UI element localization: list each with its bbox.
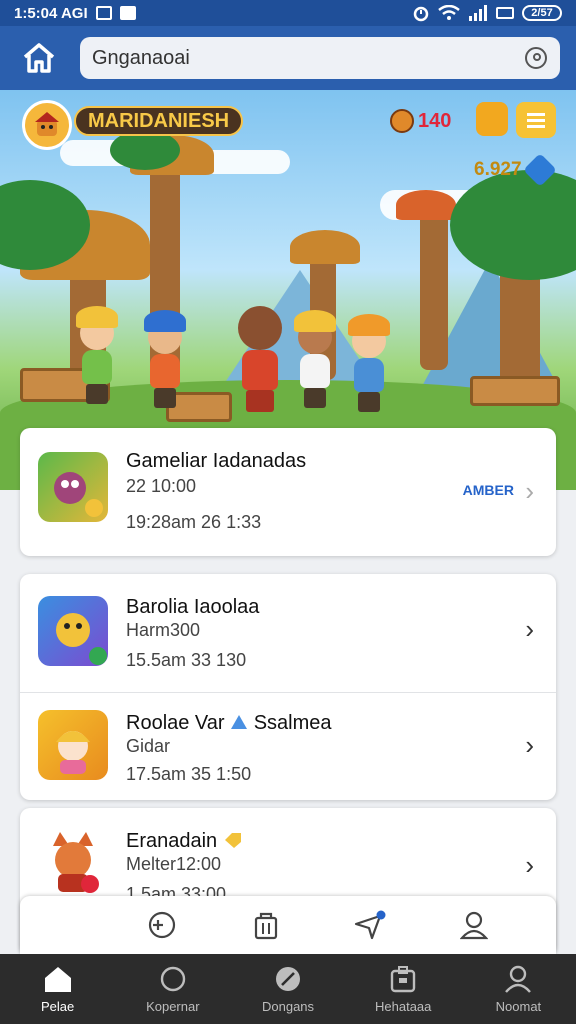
nav-item-library[interactable]: Hehataaa bbox=[346, 954, 461, 1024]
status-bar: 1:5:04 AGI 2/57 bbox=[0, 0, 576, 26]
character-kid bbox=[140, 304, 190, 414]
coins-value: 140 bbox=[418, 109, 452, 132]
profile-button[interactable] bbox=[458, 909, 490, 941]
signal-icon bbox=[469, 5, 487, 21]
character-kid bbox=[290, 304, 340, 414]
featured-title: Gameliar Iadanadas bbox=[126, 450, 307, 472]
featured-game-card[interactable]: Gameliar Iadanadas 22 10:00 19:28am 26 1… bbox=[20, 428, 556, 556]
search-input[interactable] bbox=[92, 46, 492, 70]
character-kid bbox=[344, 308, 394, 418]
character-kid bbox=[72, 300, 122, 410]
triangle-icon bbox=[231, 715, 248, 729]
list-item[interactable]: Roolae Var Ssalmea Gidar 17.5am 35 1:50 … bbox=[20, 692, 556, 805]
chevron-right-icon: › bbox=[525, 614, 534, 644]
chevron-right-icon: › bbox=[525, 476, 534, 506]
nav-item-home[interactable]: Pelae bbox=[0, 954, 115, 1024]
nav-label: Noomat bbox=[495, 998, 542, 1014]
tree-foliage bbox=[110, 130, 180, 170]
list-item-time: 15.5am 33 130 bbox=[126, 650, 247, 670]
home-icon bbox=[43, 965, 73, 993]
gems-counter[interactable]: 6.927 bbox=[466, 153, 560, 187]
list-item-title: Roolae Var Ssalmea bbox=[126, 712, 332, 734]
alarm-icon bbox=[413, 6, 429, 22]
mascot-icon bbox=[35, 112, 59, 136]
bag-icon bbox=[254, 912, 278, 940]
game-controller-icon bbox=[148, 911, 176, 939]
nav-item-account[interactable]: Noomat bbox=[461, 954, 576, 1024]
user-icon bbox=[460, 911, 488, 940]
nav-item-explore[interactable]: Kopernar bbox=[115, 954, 230, 1024]
status-time: 1:5:04 AGI bbox=[14, 4, 88, 22]
add-game-button[interactable] bbox=[146, 909, 178, 941]
featured-game-thumbnail bbox=[38, 452, 108, 522]
screenshot-icon bbox=[496, 7, 514, 19]
coin-icon bbox=[390, 109, 414, 133]
coins-counter[interactable]: 140 bbox=[390, 106, 451, 136]
player-avatar[interactable] bbox=[22, 100, 72, 150]
list-item-time: 17.5am 35 1:50 bbox=[126, 764, 252, 784]
list-item-title: Barolia Iaoolaa bbox=[126, 596, 260, 618]
top-bar bbox=[0, 26, 576, 90]
girl-icon bbox=[56, 731, 90, 774]
wooden-bench bbox=[470, 376, 560, 406]
hud-menu-button[interactable] bbox=[516, 102, 556, 138]
monster-icon bbox=[54, 472, 103, 517]
home-button[interactable] bbox=[16, 35, 62, 81]
list-item-subtitle: Gidar bbox=[126, 736, 171, 756]
store-button[interactable] bbox=[250, 909, 282, 941]
list-item[interactable]: Barolia Iaoolaa Harm300 15.5am 33 130 › bbox=[20, 574, 556, 687]
nav-label: Kopernar bbox=[146, 998, 200, 1014]
search-box[interactable] bbox=[80, 37, 560, 79]
nav-label: Hehataaa bbox=[375, 998, 432, 1014]
plane-icon bbox=[354, 910, 386, 940]
menu-icon bbox=[527, 113, 545, 128]
list-item-time: 1.5am 33:00 bbox=[126, 884, 227, 896]
nav-label: Pelae bbox=[40, 998, 75, 1014]
user-icon bbox=[503, 965, 533, 993]
tree-foliage bbox=[450, 170, 576, 280]
notifications-button[interactable] bbox=[354, 909, 386, 941]
list-item-subtitle: Harm300 bbox=[126, 620, 201, 640]
list-item-subtitle: Melter12:00 bbox=[126, 854, 222, 874]
gem-icon bbox=[522, 153, 557, 187]
compass-icon bbox=[158, 965, 188, 993]
floating-action-bar bbox=[20, 896, 556, 954]
featured-subtitle: 22 10:00 bbox=[126, 476, 197, 496]
game-thumbnail bbox=[38, 596, 108, 666]
cat-warrior-icon bbox=[53, 832, 99, 893]
gems-value: 6.927 bbox=[474, 159, 522, 180]
bottom-navigation: Pelae Kopernar Dongans Hehataaa Noomat bbox=[0, 954, 576, 1024]
battery-icon: 2/57 bbox=[522, 5, 562, 21]
notification-icon bbox=[95, 6, 112, 20]
featured-row[interactable]: Gameliar Iadanadas 22 10:00 19:28am 26 1… bbox=[20, 428, 556, 556]
chevron-right-icon: › bbox=[525, 730, 534, 760]
nav-item-discover[interactable]: Dongans bbox=[230, 954, 345, 1024]
tag-icon bbox=[224, 833, 241, 848]
game-list-card: Barolia Iaoolaa Harm300 15.5am 33 130 › … bbox=[20, 574, 556, 800]
treehouse-roof bbox=[290, 230, 360, 264]
list-item-title: Eranadain bbox=[126, 830, 243, 853]
nav-label: Dongans bbox=[261, 998, 315, 1014]
treehouse-roof bbox=[396, 190, 456, 220]
character-kid-leader bbox=[230, 300, 290, 420]
tree-trunk bbox=[420, 200, 448, 370]
chest-icon[interactable] bbox=[476, 102, 508, 136]
discover-icon bbox=[273, 965, 303, 993]
featured-time: 19:28am 26 1:33 bbox=[126, 512, 262, 532]
library-icon bbox=[388, 965, 418, 993]
compass-icon[interactable] bbox=[524, 46, 548, 70]
bird-icon bbox=[56, 613, 107, 665]
image-notification-icon bbox=[119, 6, 136, 20]
game-thumbnail bbox=[38, 710, 108, 780]
chevron-right-icon: › bbox=[525, 850, 534, 880]
game-thumbnail bbox=[38, 826, 108, 896]
wifi-icon bbox=[438, 5, 460, 20]
home-icon bbox=[23, 43, 55, 73]
featured-action-link[interactable]: AMBER bbox=[463, 482, 514, 498]
player-name-badge[interactable]: MARIDANIESH bbox=[74, 106, 244, 136]
